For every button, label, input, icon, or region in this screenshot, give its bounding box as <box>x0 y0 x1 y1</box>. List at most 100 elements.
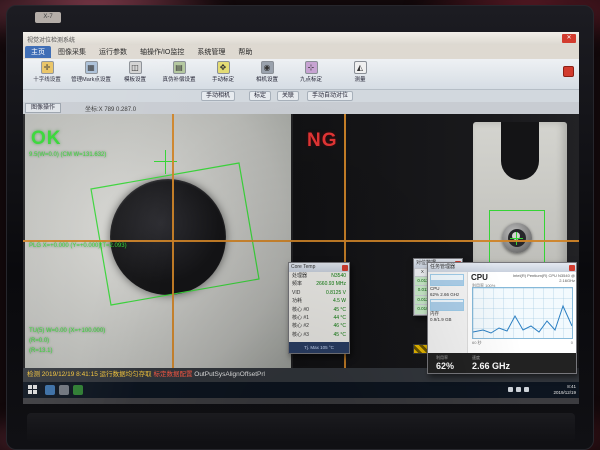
close-button[interactable]: ✕ <box>562 34 576 43</box>
ribbon-toolbar: ✛ 十字线设置 ▦ 管理Mark点设置 ◫ 模板设置 ▤ 真伪补偿设置 ✥ <box>23 59 579 90</box>
template-settings-button[interactable]: ◫ 模板设置 <box>113 61 157 88</box>
tab-axis-io[interactable]: 轴操作/IO监控 <box>134 46 190 58</box>
status-row: 图像操作 坐标:X 789 0.287.0 <box>23 102 579 114</box>
task-manager-window: 任务管理器 CPU 62% 2.66 GHz 内存 0.9/1.9 GB <box>427 262 577 374</box>
mark-grid-icon: ▦ <box>85 61 98 74</box>
window-title: 视觉对位检测系统 <box>27 35 75 44</box>
compensation-settings-button[interactable]: ▤ 真伪补偿设置 <box>157 61 201 88</box>
template-icon: ◫ <box>129 61 142 74</box>
button-label: 测量 <box>341 75 379 83</box>
clock-date: 2019/12/19 <box>553 390 576 396</box>
measurement-overlay-2: PLG X=+0.000 (Y=+0.000)(T=2.093) <box>29 243 127 249</box>
sidebar-item-cpu[interactable]: CPU 62% 2.66 GHz <box>428 272 467 297</box>
photo-background: X-7 视觉对位检测系统 ✕ 主页 图像采集 运行参数 轴操作/IO监控 系统管… <box>0 0 600 450</box>
coretemp-row: VID0.8125 V <box>289 289 349 297</box>
log-text-output: OutPutSysAlignOffsetPrl <box>192 371 265 378</box>
nine-point-icon: ⊹ <box>305 61 318 74</box>
camera-settings-button[interactable]: ◉ 相机设置 <box>245 61 289 88</box>
coretemp-row: 核心 #246 °C <box>289 322 349 330</box>
coretemp-title: Core Temp <box>291 264 315 270</box>
verdict-ng-label: NG <box>307 130 338 152</box>
crosshair-line-vertical-left <box>172 114 174 368</box>
measure-button[interactable]: ◭ 测量 <box>341 61 379 88</box>
manual-camera-button[interactable]: 手动相机 <box>201 91 235 101</box>
axis-label-bottom-left: 60 秒 <box>472 340 482 346</box>
coretemp-titlebar[interactable]: Core Temp <box>289 263 349 272</box>
cpu-heading: CPU <box>471 273 488 282</box>
log-text-config: 标定数据配置 <box>153 371 192 378</box>
compensation-icon: ▤ <box>173 61 186 74</box>
crosshair-icon: ✛ <box>41 61 54 74</box>
menu-bar: 主页 图像采集 运行参数 轴操作/IO监控 系统管理 帮助 <box>23 45 579 59</box>
button-label: 十字线设置 <box>25 75 69 83</box>
taskbar-clock[interactable]: 8:41 2019/12/19 <box>553 384 576 396</box>
part-crosshair-h <box>510 238 523 239</box>
taskbar-app-icon[interactable] <box>73 385 83 395</box>
button-label: 手动标定 <box>201 75 245 83</box>
verdict-ok-label: OK <box>31 128 62 150</box>
button-label: 九点标定 <box>289 75 333 83</box>
tray-icon[interactable] <box>516 387 521 392</box>
task-manager-close-icon[interactable] <box>569 265 575 271</box>
tab-home[interactable]: 主页 <box>25 46 51 58</box>
task-manager-footer: 利用率 62% 速度 2.66 GHz <box>428 353 576 373</box>
screen: 视觉对位检测系统 ✕ 主页 图像采集 运行参数 轴操作/IO监控 系统管理 帮助… <box>23 32 579 404</box>
task-manager-title: 任务管理器 <box>430 264 455 270</box>
tab-system-mgmt[interactable]: 系统管理 <box>191 46 231 58</box>
usage-value: 62% <box>436 361 454 371</box>
button-label: 真伪补偿设置 <box>157 75 201 83</box>
fixture-notch <box>501 122 539 180</box>
measurement-overlay-4: (R=0.0) <box>29 338 49 344</box>
measurement-overlay-3: TU(5) W=0.00 (X=+100.000) <box>29 328 105 334</box>
coretemp-row: 核心 #345 °C <box>289 331 349 339</box>
start-button[interactable] <box>28 385 38 395</box>
coretemp-row: 频率2660.93 MHz <box>289 280 349 288</box>
taskbar: 8:41 2019/12/19 <box>23 382 579 398</box>
axis-label-bottom-right: 0 <box>571 340 573 345</box>
sidebar-item-sub: 0.9/1.9 GB <box>430 317 465 323</box>
image-ops-tab[interactable]: 图像操作 <box>25 103 61 113</box>
log-text-timestamp: 检测 2019/12/19 8:41:15 运行数据均匀存取 <box>27 371 153 378</box>
crosshair-settings-button[interactable]: ✛ 十字线设置 <box>25 61 69 88</box>
bezel-reflection <box>27 413 575 443</box>
sidebar-item-memory[interactable]: 内存 0.9/1.9 GB <box>428 297 467 322</box>
monitor: X-7 视觉对位检测系统 ✕ 主页 图像采集 运行参数 轴操作/IO监控 系统管… <box>6 5 594 450</box>
coretemp-row: 处理器N3540 <box>289 272 349 280</box>
tab-run-params[interactable]: 运行参数 <box>93 46 133 58</box>
cpu-usage-graph <box>472 287 573 339</box>
crosshair-line-horizontal <box>23 240 579 242</box>
camera-icon: ◉ <box>261 61 274 74</box>
manual-calibration-button[interactable]: ✥ 手动标定 <box>201 61 245 88</box>
secondary-toolbar: 手动相机 标定 关联 手动自动对位 <box>23 90 579 102</box>
measurement-overlay-5: (R=13.1) <box>29 348 53 354</box>
coordinate-readout: 坐标:X 789 0.287.0 <box>85 104 136 113</box>
calibrate-button[interactable]: 标定 <box>249 91 271 101</box>
taskbar-app-icon[interactable] <box>45 385 55 395</box>
coretemp-footer: Tj. Max 105 °C <box>289 342 349 353</box>
link-button[interactable]: 关联 <box>277 91 299 101</box>
cpu-mini-graph <box>430 274 464 286</box>
button-label: 模板设置 <box>113 75 157 83</box>
tab-image-capture[interactable]: 图像采集 <box>52 46 92 58</box>
tab-help[interactable]: 帮助 <box>232 46 258 58</box>
calibration-icon: ✥ <box>217 61 230 74</box>
task-manager-sidebar: CPU 62% 2.66 GHz 内存 0.9/1.9 GB <box>428 272 468 355</box>
coretemp-window: Core Temp 处理器N3540 频率2660.93 MHz VID0.81… <box>288 262 350 354</box>
coretemp-row: 核心 #045 °C <box>289 306 349 314</box>
memory-mini-graph <box>430 299 464 311</box>
cpu-name: Intel(R) Pentium(R) CPU N3540 @ 2.16GHz <box>503 274 575 284</box>
stop-icon[interactable] <box>563 66 574 77</box>
bezel-sticker: X-7 <box>35 12 61 23</box>
manual-auto-align-button[interactable]: 手动自动对位 <box>307 91 353 101</box>
coretemp-close-icon[interactable] <box>342 265 348 271</box>
window-titlebar[interactable]: 视觉对位检测系统 ✕ <box>23 32 579 45</box>
task-manager-titlebar[interactable]: 任务管理器 <box>428 263 576 272</box>
mark-manage-button[interactable]: ▦ 管理Mark点设置 <box>69 61 113 88</box>
tray-icon[interactable] <box>508 387 513 392</box>
tray-icon[interactable] <box>524 387 529 392</box>
speed-value: 2.66 GHz <box>472 361 510 371</box>
nine-point-calibration-button[interactable]: ⊹ 九点标定 <box>289 61 333 88</box>
measure-icon: ◭ <box>354 61 367 74</box>
coretemp-row: 核心 #144 °C <box>289 314 349 322</box>
taskbar-app-icon[interactable] <box>59 385 69 395</box>
